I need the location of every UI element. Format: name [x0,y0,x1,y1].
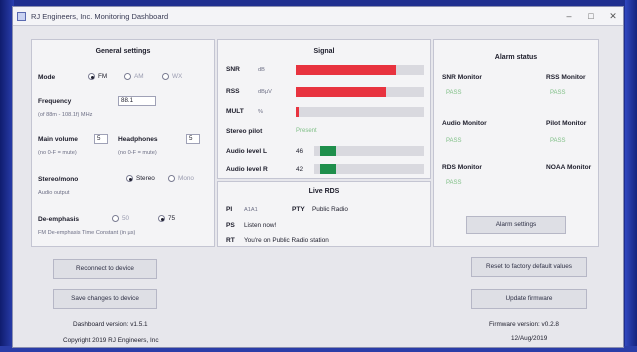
close-icon[interactable]: ✕ [607,10,619,22]
main-volume-label: Main volume [38,136,78,143]
frequency-input[interactable]: 88.1 [118,96,156,106]
live-rds-title: Live RDS [308,188,340,195]
pilot-monitor-status: PASS [550,138,566,144]
main-volume-input[interactable]: 5 [94,134,108,144]
audio-level-l-label: Audio level L [226,148,268,155]
mult-unit: % [258,109,263,115]
stereo-mono-label: Stereo/mono [38,176,79,183]
deemphasis-hint: FM De-emphasis Time Constant (in µs) [38,230,136,236]
snr-monitor-label: SNR Monitor [442,74,482,81]
ps-value: Listen now! [244,222,277,229]
alarm-status-title: Alarm status [494,54,538,61]
mode-wx-radio[interactable]: WX [162,73,182,80]
mode-am-radio[interactable]: AM [124,73,144,80]
app-window: RJ Engineers, Inc. Monitoring Dashboard … [12,6,624,348]
deemph-50-radio[interactable]: 50 [112,215,129,222]
rss-unit: dBµV [258,89,272,95]
signal-title: Signal [313,48,335,55]
signal-panel: Signal SNR dB RSS dBµV MULT % Stereo pil… [217,39,431,179]
audio-level-l-value: 46 [296,148,304,155]
snr-meter [296,65,424,75]
rss-monitor-label: RSS Monitor [546,74,586,81]
snr-meter-fill [296,65,396,75]
stereo-pilot-value: Present [296,128,317,134]
headphones-input[interactable]: 5 [186,134,200,144]
minimize-icon[interactable]: – [563,10,575,22]
pty-value: Public Radio [312,206,348,213]
audio-level-r-indicator [320,164,336,174]
pi-label: PI [226,206,233,213]
audio-level-r-value: 42 [296,166,304,173]
stereo-radio[interactable]: Stereo [126,175,155,182]
title-bar: RJ Engineers, Inc. Monitoring Dashboard … [13,7,623,26]
deemph-75-radio[interactable]: 75 [158,215,175,222]
general-settings-panel: General settings Mode FM AM WX Frequency… [31,39,215,247]
audio-monitor-label: Audio Monitor [442,120,487,127]
frequency-hint: (of 88m - 108.1f) MHz [38,112,93,118]
rss-monitor-status: PASS [550,90,566,96]
audio-monitor-status: PASS [446,138,462,144]
pilot-monitor-label: Pilot Monitor [546,120,587,127]
headphones-hint: (no 0-F = mute) [118,150,157,156]
reconnect-button[interactable]: Reconnect to device [53,259,157,279]
reset-factory-button[interactable]: Reset to factory default values [471,257,587,277]
snr-unit: dB [258,67,265,73]
general-settings-title: General settings [95,48,151,55]
rss-label: RSS [226,88,240,95]
copyright: Copyright 2019 RJ Engineers, Inc [63,337,159,344]
snr-monitor-status: PASS [446,90,462,96]
audio-level-r-meter [314,164,424,174]
firmware-date: 12/Aug/2019 [511,335,548,342]
window-title: RJ Engineers, Inc. Monitoring Dashboard [31,11,169,21]
frequency-label: Frequency [38,98,72,105]
rss-meter-fill [296,87,386,97]
mono-radio[interactable]: Mono [168,175,194,182]
alarm-status-panel: Alarm status SNR Monitor PASS RSS Monito… [433,39,599,247]
ps-label: PS [226,222,235,229]
audio-level-r-label: Audio level R [226,166,268,173]
rds-monitor-label: RDS Monitor [442,164,482,171]
headphones-label: Headphones [118,136,158,143]
snr-label: SNR [226,66,240,73]
mode-fm-radio[interactable]: FM [88,73,107,80]
rt-label: RT [226,237,235,244]
live-rds-panel: Live RDS PI A1A1 PTY Public Radio PS Lis… [217,181,431,247]
dashboard-version: Dashboard version: v1.5.1 [73,321,148,328]
maximize-icon[interactable]: □ [585,10,597,22]
update-firmware-button[interactable]: Update firmware [471,289,587,309]
mode-label: Mode [38,74,56,81]
noaa-monitor-label: NOAA Monitor [546,164,592,171]
pty-label: PTY [292,206,305,213]
save-to-device-button[interactable]: Save changes to device [53,289,157,309]
mult-label: MULT [226,108,244,115]
rds-monitor-status: PASS [446,180,462,186]
main-volume-hint: (no 0-F = mute) [38,150,77,156]
deemphasis-label: De-emphasis [38,216,80,223]
alarm-settings-button[interactable]: Alarm settings [466,216,566,234]
pi-value: A1A1 [244,207,258,213]
audio-level-l-indicator [320,146,336,156]
audio-level-l-meter [314,146,424,156]
monitor-bezel-right [625,0,637,352]
firmware-version: Firmware version: v0.2.8 [489,321,559,328]
rt-value: You're on Public Radio station [244,237,329,244]
app-icon [17,11,26,21]
rss-meter [296,87,424,97]
stereo-hint: Audio output [38,190,70,196]
mult-meter [296,107,424,117]
stereo-pilot-label: Stereo pilot [226,128,263,135]
mult-meter-fill [296,107,299,117]
